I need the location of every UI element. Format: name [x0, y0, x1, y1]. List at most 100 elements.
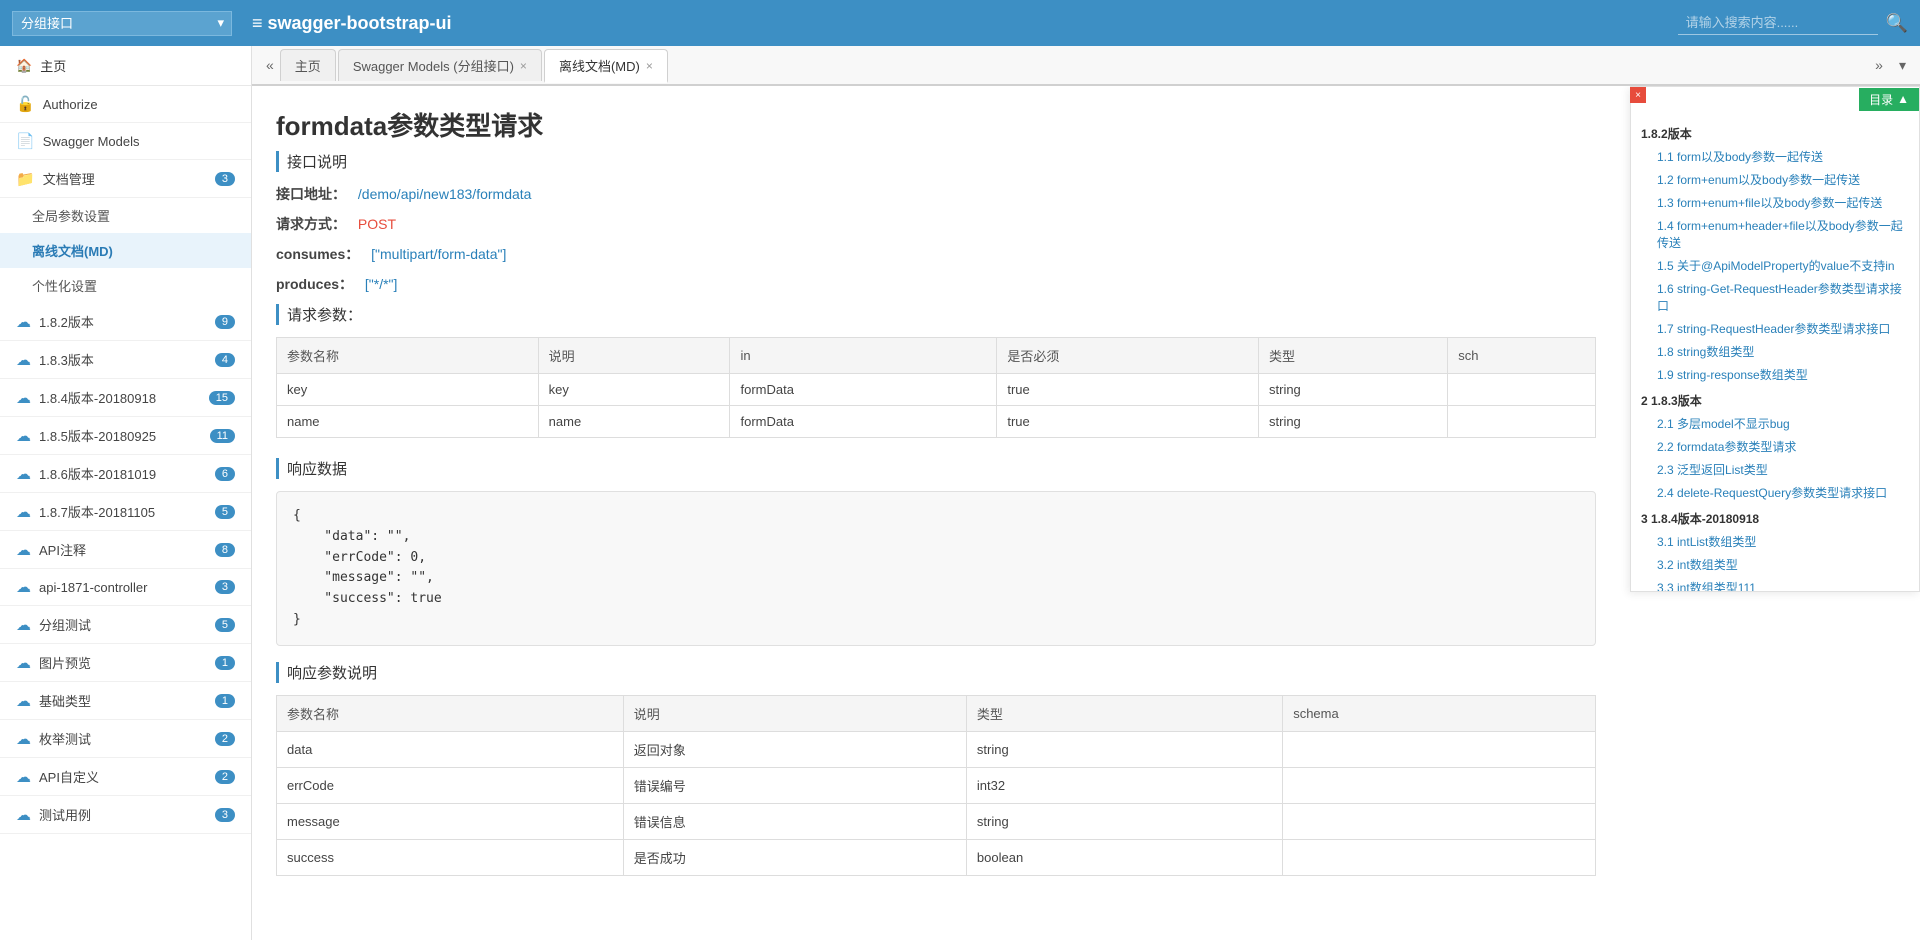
doc-icon: 📄 — [16, 132, 35, 150]
toc-item-2-1[interactable]: 2.1 多层model不显示bug — [1641, 412, 1909, 435]
consumes-value: ["multipart/form-data"] — [371, 246, 506, 262]
sidebar-item-test-cases[interactable]: ☁ 测试用例 3 — [0, 796, 251, 834]
sidebar-item-v187[interactable]: ☁ 1.8.7版本-20181105 5 — [0, 493, 251, 531]
sidebar-item-image-preview[interactable]: ☁ 图片预览 1 — [0, 644, 251, 682]
toc-item-2-3[interactable]: 2.3 泛型返回List类型 — [1641, 458, 1909, 481]
app-title: ≡ swagger-bootstrap-ui — [252, 13, 1678, 34]
toc-item-1-5[interactable]: 1.5 关于@ApiModelProperty的value不支持in — [1641, 254, 1909, 277]
sidebar-home[interactable]: 🏠 主页 — [0, 46, 251, 86]
request-method-row: 请求方式： POST — [276, 214, 1596, 234]
toc-item-3-1[interactable]: 3.1 intList数组类型 — [1641, 530, 1909, 553]
req-cell-type: string — [1259, 374, 1448, 406]
home-icon: 🏠 — [16, 58, 32, 74]
tab-swagger-models[interactable]: Swagger Models (分组接口) × — [338, 49, 542, 81]
search-button[interactable]: 🔍 — [1886, 13, 1908, 34]
cloud-icon-apidefine: ☁ — [16, 768, 31, 786]
toc-item-1-2[interactable]: 1.2 form+enum以及body参数一起传送 — [1641, 168, 1909, 191]
search-input[interactable] — [1678, 11, 1878, 35]
toc-item-1-6[interactable]: 1.6 string-Get-RequestHeader参数类型请求接口 — [1641, 277, 1909, 317]
toc-item-1-4[interactable]: 1.4 form+enum+header+file以及body参数一起传送 — [1641, 214, 1909, 254]
toc-toggle-icon: ▲ — [1897, 92, 1909, 106]
res-col-schema: schema — [1283, 695, 1596, 731]
sidebar-v183-label: 1.8.3版本 — [39, 350, 215, 369]
toc-item-1-7[interactable]: 1.7 string-RequestHeader参数类型请求接口 — [1641, 317, 1909, 340]
tab-swagger-label: Swagger Models (分组接口) — [353, 56, 514, 75]
sidebar-global-label: 全局参数设置 — [32, 206, 110, 225]
toc-toggle-button[interactable]: 目录 ▲ — [1859, 88, 1919, 111]
sidebar-imgpreview-label: 图片预览 — [39, 653, 215, 672]
response-params-section: 响应参数说明 — [276, 662, 1596, 683]
toc-item-1-8[interactable]: 1.8 string数组类型 — [1641, 340, 1909, 363]
req-cell-desc: key — [538, 374, 730, 406]
sidebar-item-v183[interactable]: ☁ 1.8.3版本 4 — [0, 341, 251, 379]
toc-item-2[interactable]: 2 1.8.3版本 — [1641, 386, 1909, 412]
toc-close-button[interactable]: × — [1630, 87, 1646, 103]
toc-item-3-3[interactable]: 3.3 int数组类型111 — [1641, 576, 1909, 591]
tab-swagger-close[interactable]: × — [520, 59, 527, 73]
sidebar-item-doc-management[interactable]: 📁 文档管理 3 — [0, 160, 251, 198]
sidebar-item-global-params[interactable]: 全局参数设置 — [0, 198, 251, 233]
req-col-required: 是否必须 — [997, 338, 1259, 374]
top-header: 分组接口 ≡ swagger-bootstrap-ui 🔍 — [0, 0, 1920, 46]
sidebar-v184-label: 1.8.4版本-20180918 — [39, 388, 209, 407]
sidebar-enum-badge: 2 — [215, 732, 235, 746]
request-params-section: 请求参数： — [276, 304, 1596, 325]
page-title: formdata参数类型请求 — [276, 106, 1596, 143]
sidebar-authorize-label: Authorize — [43, 97, 235, 112]
response-params-table: 参数名称 说明 类型 schema data返回对象stringerrCode错… — [276, 695, 1596, 876]
request-params-table: 参数名称 说明 in 是否必须 类型 sch keykeyformDatatru… — [276, 337, 1596, 438]
sidebar-imgpreview-badge: 1 — [215, 656, 235, 670]
tab-nav-next[interactable]: » — [1869, 53, 1889, 78]
cloud-icon-api1871: ☁ — [16, 578, 31, 596]
toc-item-2-4[interactable]: 2.4 delete-RequestQuery参数类型请求接口 — [1641, 481, 1909, 504]
sidebar-api1871-badge: 3 — [215, 580, 235, 594]
sidebar-item-authorize[interactable]: 🔓 Authorize — [0, 86, 251, 123]
sidebar-item-enum-test[interactable]: ☁ 枚举测试 2 — [0, 720, 251, 758]
cloud-icon-imgpreview: ☁ — [16, 654, 31, 672]
sidebar-v182-label: 1.8.2版本 — [39, 312, 215, 331]
tab-offline-doc[interactable]: 离线文档(MD) × — [544, 49, 668, 83]
tab-offline-close[interactable]: × — [646, 59, 653, 73]
sidebar-doc-badge: 3 — [215, 172, 235, 186]
sidebar-item-v185[interactable]: ☁ 1.8.5版本-20180925 11 — [0, 417, 251, 455]
sidebar-v186-badge: 6 — [215, 467, 235, 481]
toc-item-3[interactable]: 3 1.8.4版本-20180918 — [1641, 504, 1909, 530]
sidebar-item-v184[interactable]: ☁ 1.8.4版本-20180918 15 — [0, 379, 251, 417]
sidebar-item-personalize[interactable]: 个性化设置 — [0, 268, 251, 303]
sidebar-swagger-label: Swagger Models — [43, 134, 235, 149]
req-col-desc: 说明 — [538, 338, 730, 374]
toc-item-1-9[interactable]: 1.9 string-response数组类型 — [1641, 363, 1909, 386]
req-cell-type: string — [1259, 406, 1448, 438]
toc-item-2-2[interactable]: 2.2 formdata参数类型请求 — [1641, 435, 1909, 458]
api-url-value: /demo/api/new183/formdata — [358, 186, 532, 202]
sidebar-item-v182[interactable]: ☁ 1.8.2版本 9 — [0, 303, 251, 341]
sidebar-doc-label: 文档管理 — [43, 169, 215, 188]
sidebar-item-group-test[interactable]: ☁ 分组测试 5 — [0, 606, 251, 644]
req-col-schema: sch — [1448, 338, 1596, 374]
res-cell-desc: 返回对象 — [623, 731, 966, 767]
tab-home[interactable]: 主页 — [280, 49, 336, 81]
sidebar-item-api-notes[interactable]: ☁ API注释 8 — [0, 531, 251, 569]
res-cell-schema — [1283, 767, 1596, 803]
sidebar-item-basic-types[interactable]: ☁ 基础类型 1 — [0, 682, 251, 720]
sidebar-home-label: 主页 — [40, 56, 66, 75]
toc-item-1-3[interactable]: 1.3 form+enum+file以及body参数一起传送 — [1641, 191, 1909, 214]
sidebar-v183-badge: 4 — [215, 353, 235, 367]
tab-nav-prev[interactable]: « — [260, 53, 280, 77]
sidebar-testcases-label: 测试用例 — [39, 805, 215, 824]
sidebar-item-swagger-models[interactable]: 📄 Swagger Models — [0, 123, 251, 160]
toc-item-1-1[interactable]: 1.1 form以及body参数一起传送 — [1641, 145, 1909, 168]
toc-item-1[interactable]: 1.8.2版本 — [1641, 119, 1909, 145]
toc-item-3-2[interactable]: 3.2 int数组类型 — [1641, 553, 1909, 576]
group-select[interactable]: 分组接口 — [12, 11, 232, 36]
sidebar-item-api-define[interactable]: ☁ API自定义 2 — [0, 758, 251, 796]
sidebar-item-api-1871[interactable]: ☁ api-1871-controller 3 — [0, 569, 251, 606]
page-content: × 目录 ▲ 1.8.2版本 1.1 form以及body参数一起传送 1.2 … — [252, 86, 1920, 940]
sidebar-item-offline-doc[interactable]: 离线文档(MD) — [0, 233, 251, 268]
sidebar-item-v186[interactable]: ☁ 1.8.6版本-20181019 6 — [0, 455, 251, 493]
group-select-wrapper: 分组接口 — [12, 11, 232, 36]
tab-collapse-btn[interactable]: ▾ — [1893, 53, 1912, 78]
sidebar-offline-label: 离线文档(MD) — [32, 241, 113, 260]
tab-bar: « 主页 Swagger Models (分组接口) × 离线文档(MD) × … — [252, 46, 1920, 86]
produces-label: produces： — [276, 276, 353, 292]
